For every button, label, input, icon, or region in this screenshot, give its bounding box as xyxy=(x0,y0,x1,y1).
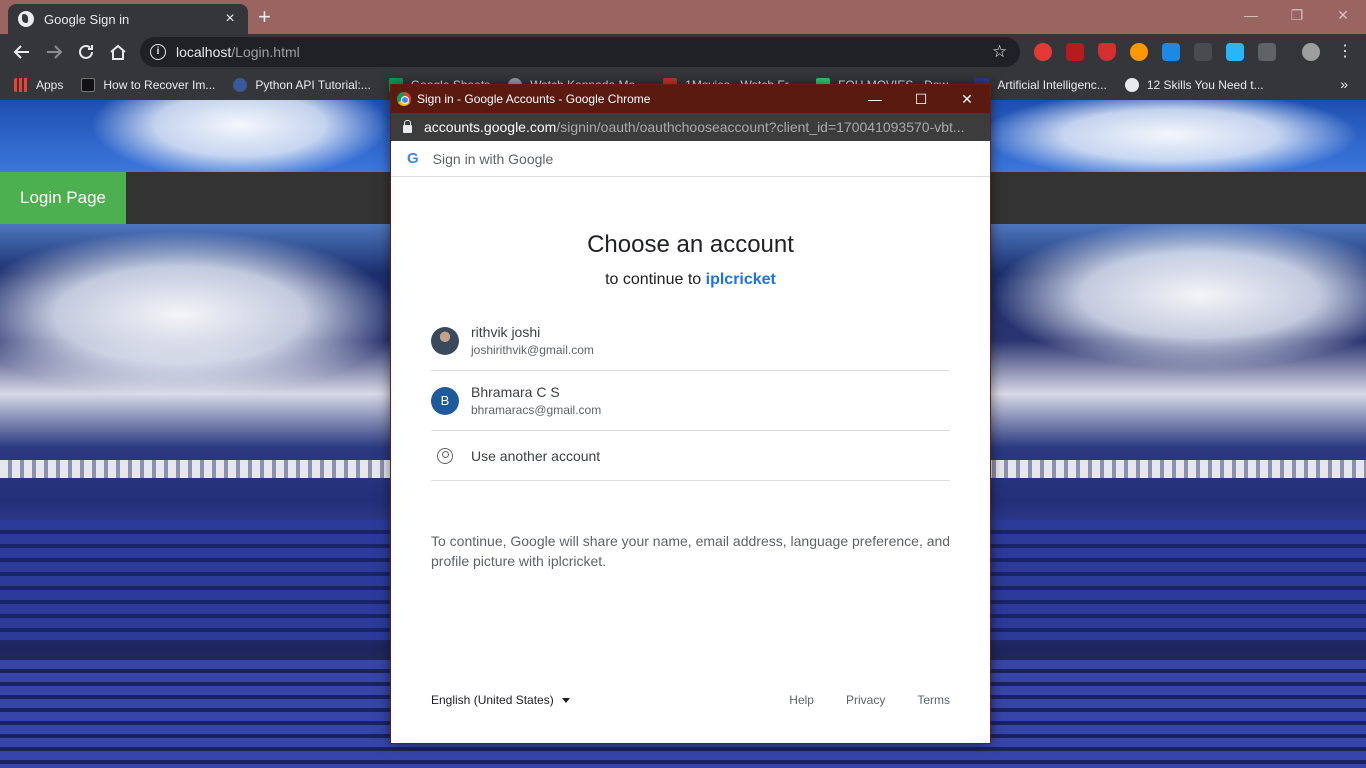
bookmark-label: Python API Tutorial:... xyxy=(255,78,371,92)
privacy-link[interactable]: Privacy xyxy=(846,693,885,707)
account-name: Bhramara C S xyxy=(471,384,560,400)
signin-header: G Sign in with Google xyxy=(391,141,990,177)
account-list: rithvik joshi joshirithvik@gmail.com B B… xyxy=(431,311,950,481)
chrome-icon xyxy=(397,92,411,106)
use-another-account-button[interactable]: Use another account xyxy=(431,431,950,481)
cloud-decoration xyxy=(980,100,1360,180)
address-bar[interactable]: i localhost/Login.html xyxy=(140,37,1020,67)
terms-link[interactable]: Terms xyxy=(917,693,950,707)
continue-prefix: to continue to xyxy=(605,271,702,288)
popup-window-controls: — ☐ ✕ xyxy=(852,85,990,113)
popup-address-bar: accounts.google.com/signin/oauth/oauthch… xyxy=(391,113,990,141)
popup-maximize-button[interactable]: ☐ xyxy=(898,85,944,113)
popup-titlebar: Sign in - Google Accounts - Google Chrom… xyxy=(391,85,990,113)
cloud-decoration xyxy=(0,230,400,400)
info-icon[interactable]: i xyxy=(150,44,166,60)
globe-icon xyxy=(18,11,34,27)
app-name-link[interactable]: iplcricket xyxy=(706,271,776,288)
bookmark-item[interactable]: 12 Skills You Need t... xyxy=(1124,78,1264,92)
browser-toolbar: i localhost/Login.html ☆ ⋮ xyxy=(0,34,1366,70)
bookmark-label: Artificial Intelligenc... xyxy=(997,78,1107,92)
profile-avatar[interactable] xyxy=(1302,43,1320,61)
signin-header-text: Sign in with Google xyxy=(432,150,554,167)
lock-icon xyxy=(403,119,412,133)
account-item-rithvik[interactable]: rithvik joshi joshirithvik@gmail.com xyxy=(431,311,950,371)
window-close-button[interactable]: ✕ xyxy=(1320,0,1366,30)
address-host: localhost xyxy=(176,44,232,60)
tab-title: Google Sign in xyxy=(44,11,130,27)
apps-grid-icon xyxy=(14,78,28,92)
new-tab-button[interactable]: + xyxy=(258,6,271,28)
home-button[interactable] xyxy=(106,40,130,64)
account-circle-icon xyxy=(431,442,459,470)
page-title: Choose an account xyxy=(587,231,794,258)
language-label: English (United States) xyxy=(431,693,554,707)
window-controls: — ❐ ✕ xyxy=(1228,0,1366,30)
cloud-decoration xyxy=(90,100,390,180)
bookmark-label: How to Recover Im... xyxy=(103,78,216,92)
bookmark-item[interactable]: Python API Tutorial:... xyxy=(233,78,371,92)
avatar: B xyxy=(431,386,459,415)
code-extension-icon[interactable] xyxy=(1258,43,1276,61)
extension-icon[interactable] xyxy=(1034,43,1052,61)
python-tutorial-icon xyxy=(233,78,248,92)
shield-extension-icon[interactable] xyxy=(1098,43,1116,61)
sharing-disclaimer: To continue, Google will share your name… xyxy=(431,533,951,569)
address-path: /Login.html xyxy=(231,44,300,60)
help-link[interactable]: Help xyxy=(789,693,814,707)
menu-kebab-icon[interactable]: ⋮ xyxy=(1336,43,1354,61)
window-restore-button[interactable]: ❐ xyxy=(1274,0,1320,30)
tab-strip: Google Sign in × + — ❐ ✕ xyxy=(0,0,1366,34)
back-button[interactable] xyxy=(10,40,34,64)
arrow-left-icon xyxy=(13,45,29,59)
bookmark-label: 12 Skills You Need t... xyxy=(1146,78,1264,92)
arrow-right-icon xyxy=(47,45,63,59)
popup-close-button[interactable]: ✕ xyxy=(944,85,990,113)
account-name: rithvik joshi xyxy=(471,324,541,340)
footer-links: Help Privacy Terms xyxy=(757,693,950,707)
google-signin-popup: Sign in - Google Accounts - Google Chrom… xyxy=(390,84,991,744)
popup-url-host: accounts.google.com xyxy=(424,119,557,135)
popup-minimize-button[interactable]: — xyxy=(852,85,898,113)
bookmarks-overflow-button[interactable]: » xyxy=(1340,76,1348,92)
google-logo-icon: G xyxy=(407,150,419,167)
reload-button[interactable] xyxy=(74,40,98,64)
home-icon xyxy=(110,44,126,60)
account-email: joshirithvik@gmail.com xyxy=(471,343,594,357)
avatar xyxy=(431,326,459,355)
bookmark-item[interactable]: How to Recover Im... xyxy=(81,78,215,92)
snowflake-extension-icon[interactable] xyxy=(1162,43,1180,61)
bookmark-label: Apps xyxy=(36,78,64,92)
nav-login-page[interactable]: Login Page xyxy=(0,172,126,224)
reload-icon xyxy=(79,44,93,59)
popup-url-path: /signin/oauth/oauthchooseaccount?client_… xyxy=(556,119,965,135)
bookmark-item[interactable]: Artificial Intelligenc... xyxy=(975,78,1107,92)
fox-extension-icon[interactable] xyxy=(1130,43,1148,61)
htg-icon xyxy=(81,78,96,92)
account-item-bhramara[interactable]: B Bhramara C S bhramaracs@gmail.com xyxy=(431,371,950,431)
signin-card: Choose an account to continue to iplcric… xyxy=(391,177,990,743)
continue-subtitle: to continue to iplcricket xyxy=(391,271,990,289)
globe-icon xyxy=(1124,78,1139,92)
forward-button[interactable] xyxy=(42,40,66,64)
tab-google-sign-in[interactable]: Google Sign in × xyxy=(8,4,248,34)
pdf-extension-icon[interactable] xyxy=(1066,43,1084,61)
account-email: bhramaracs@gmail.com xyxy=(471,403,602,417)
download-icon[interactable] xyxy=(1194,43,1212,61)
cloud-decoration xyxy=(990,220,1366,370)
caret-down-icon xyxy=(561,697,570,703)
signin-footer: English (United States) Help Privacy Ter… xyxy=(431,693,950,707)
share-extension-icon[interactable] xyxy=(1226,43,1244,61)
window-minimize-button[interactable]: — xyxy=(1228,0,1274,30)
popup-window-title: Sign in - Google Accounts - Google Chrom… xyxy=(417,92,651,106)
bookmark-star-icon[interactable]: ☆ xyxy=(992,42,1007,62)
language-selector[interactable]: English (United States) xyxy=(431,693,570,707)
tab-close-button[interactable]: × xyxy=(222,10,238,28)
use-another-account-label: Use another account xyxy=(471,447,601,464)
bookmark-item[interactable]: Apps xyxy=(14,78,63,92)
